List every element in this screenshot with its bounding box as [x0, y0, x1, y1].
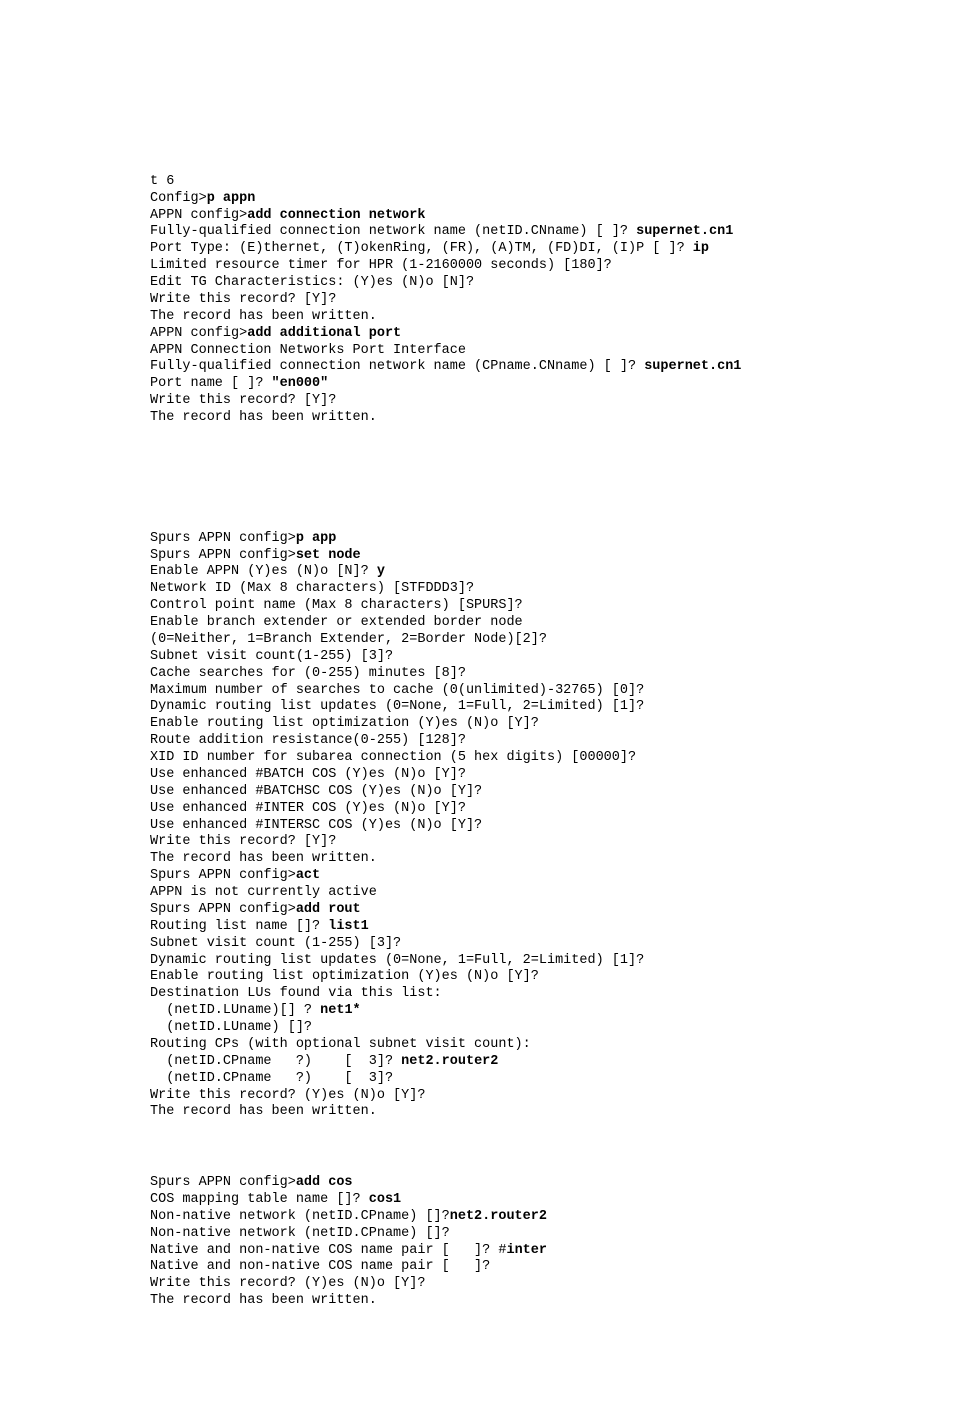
line-input: list1: [328, 919, 369, 934]
line: Write this record? [Y]?: [150, 292, 336, 307]
line-prompt: Port Type: (E)thernet, (T)okenRing, (FR)…: [150, 241, 693, 256]
line: (netID.LUname) []?: [150, 1020, 312, 1035]
spacer: [150, 1138, 954, 1158]
line-input: supernet.cn1: [644, 359, 741, 374]
line: Control point name (Max 8 characters) [S…: [150, 598, 523, 613]
line-prompt: Spurs APPN config>: [150, 1175, 296, 1190]
line: Write this record? (Y)es (N)o [Y]?: [150, 1088, 425, 1103]
line-prompt: (netID.LUname)[] ?: [150, 1003, 320, 1018]
terminal-block-3: Spurs APPN config>add cos COS mapping ta…: [150, 1175, 954, 1310]
line-prompt: Fully-qualified connection network name …: [150, 359, 644, 374]
line-prompt: COS mapping table name []?: [150, 1192, 369, 1207]
line-input: net2.router2: [450, 1209, 547, 1224]
line-input: cos1: [369, 1192, 401, 1207]
line-input: inter: [506, 1243, 547, 1258]
line-prompt: Native and non-native COS name pair [ ]?…: [150, 1243, 506, 1258]
line: APPN Connection Networks Port Interface: [150, 343, 466, 358]
line-prompt: Spurs APPN config>: [150, 531, 296, 546]
line: Non-native network (netID.CPname) []?: [150, 1226, 450, 1241]
line: Network ID (Max 8 characters) [STFDDD3]?: [150, 581, 474, 596]
line-input: add rout: [296, 902, 361, 917]
line: The record has been written.: [150, 851, 377, 866]
line-input: add cos: [296, 1175, 353, 1190]
line-input: p appn: [207, 191, 256, 206]
line-input: add additional port: [247, 326, 401, 341]
line: Write this record? (Y)es (N)o [Y]?: [150, 1276, 425, 1291]
line-input: supernet.cn1: [636, 224, 733, 239]
line: (0=Neither, 1=Branch Extender, 2=Border …: [150, 632, 547, 647]
line: t 6: [150, 174, 174, 189]
line: APPN is not currently active: [150, 885, 377, 900]
line: Enable routing list optimization (Y)es (…: [150, 969, 539, 984]
line-input: p app: [296, 531, 337, 546]
line-prompt: APPN config>: [150, 208, 247, 223]
line-prompt: (netID.CPname ?) [ 3]?: [150, 1054, 401, 1069]
line: (netID.CPname ?) [ 3]?: [150, 1071, 393, 1086]
line-prompt: Config>: [150, 191, 207, 206]
line-input: add connection network: [247, 208, 425, 223]
line-prompt: Non-native network (netID.CPname) []?: [150, 1209, 450, 1224]
line: Maximum number of searches to cache (0(u…: [150, 683, 644, 698]
line: Dynamic routing list updates (0=None, 1=…: [150, 699, 644, 714]
line-prompt: Spurs APPN config>: [150, 548, 296, 563]
line: The record has been written.: [150, 1293, 377, 1308]
line: Cache searches for (0-255) minutes [8]?: [150, 666, 466, 681]
line-input: ip: [693, 241, 709, 256]
line-prompt: Spurs APPN config>: [150, 868, 296, 883]
line-input: net1*: [320, 1003, 361, 1018]
line: Use enhanced #INTERSC COS (Y)es (N)o [Y]…: [150, 818, 482, 833]
line-input: net2.router2: [401, 1054, 498, 1069]
line: The record has been written.: [150, 1104, 377, 1119]
spacer: [150, 444, 954, 514]
line: Routing CPs (with optional subnet visit …: [150, 1037, 531, 1052]
line-input: y: [377, 564, 385, 579]
line: Use enhanced #INTER COS (Y)es (N)o [Y]?: [150, 801, 466, 816]
line-prompt: Routing list name []?: [150, 919, 328, 934]
line: XID ID number for subarea connection (5 …: [150, 750, 636, 765]
line-input: "en000": [272, 376, 329, 391]
line: Limited resource timer for HPR (1-216000…: [150, 258, 612, 273]
line: Write this record? [Y]?: [150, 834, 336, 849]
line-input: act: [296, 868, 320, 883]
line: Native and non-native COS name pair [ ]?: [150, 1259, 490, 1274]
line-prompt: Fully-qualified connection network name …: [150, 224, 636, 239]
line: Destination LUs found via this list:: [150, 986, 442, 1001]
line: Edit TG Characteristics: (Y)es (N)o [N]?: [150, 275, 474, 290]
line: Use enhanced #BATCH COS (Y)es (N)o [Y]?: [150, 767, 466, 782]
line: Use enhanced #BATCHSC COS (Y)es (N)o [Y]…: [150, 784, 482, 799]
line: Dynamic routing list updates (0=None, 1=…: [150, 953, 644, 968]
terminal-block-2: Spurs APPN config>p app Spurs APPN confi…: [150, 531, 954, 1122]
line: Route addition resistance(0-255) [128]?: [150, 733, 466, 748]
line-prompt: APPN config>: [150, 326, 247, 341]
line: Write this record? [Y]?: [150, 393, 336, 408]
line: The record has been written.: [150, 410, 377, 425]
line-input: set node: [296, 548, 361, 563]
terminal-block-1: t 6 Config>p appn APPN config>add connec…: [150, 174, 954, 427]
line: The record has been written.: [150, 309, 377, 324]
line: Subnet visit count(1-255) [3]?: [150, 649, 393, 664]
line: Enable branch extender or extended borde…: [150, 615, 523, 630]
line-prompt: Port name [ ]?: [150, 376, 272, 391]
line-prompt: Enable APPN (Y)es (N)o [N]?: [150, 564, 377, 579]
line-prompt: Spurs APPN config>: [150, 902, 296, 917]
line: Enable routing list optimization (Y)es (…: [150, 716, 539, 731]
line: Subnet visit count (1-255) [3]?: [150, 936, 401, 951]
